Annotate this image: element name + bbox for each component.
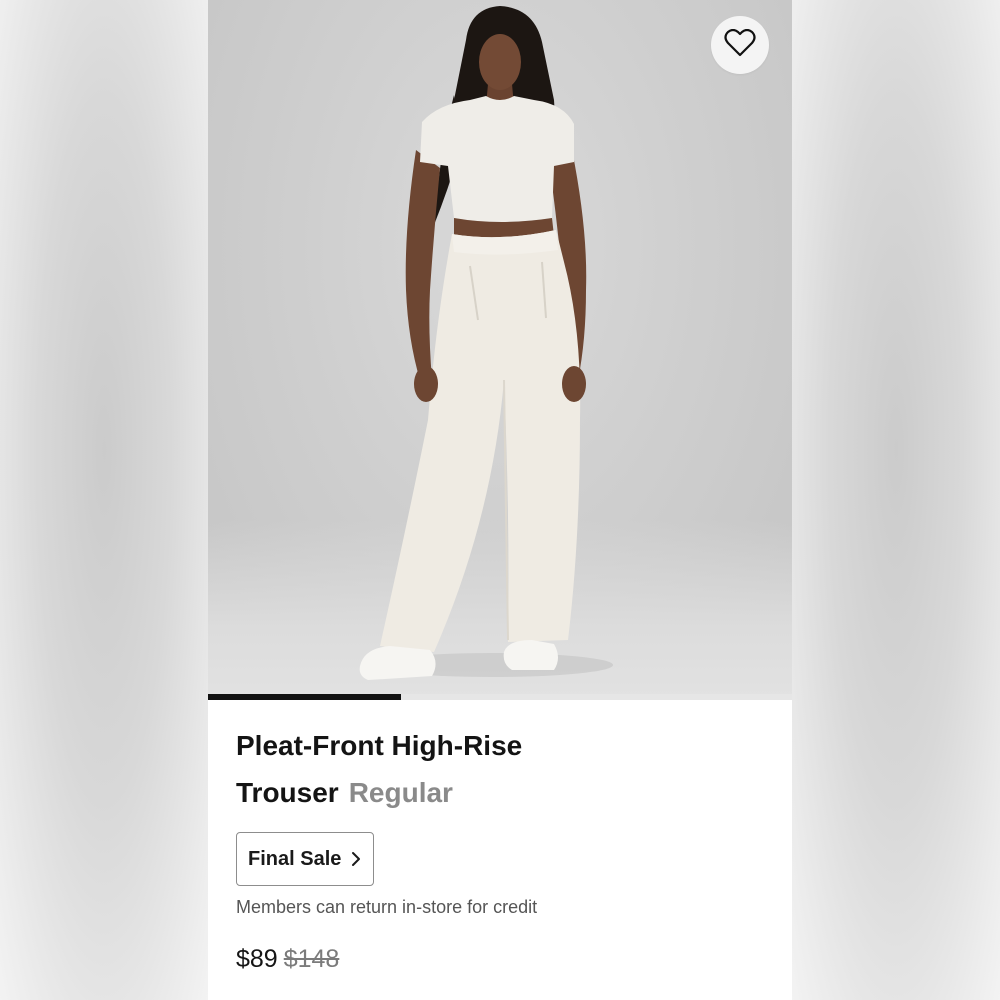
product-title: Pleat-Front High-Rise Trouser Regular — [236, 722, 766, 816]
product-image[interactable] — [208, 0, 792, 700]
original-price: $148 — [283, 945, 340, 973]
favorite-button[interactable] — [711, 16, 769, 74]
product-info: Pleat-Front High-Rise Trouser Regular Fin… — [236, 722, 766, 974]
product-title-line2: Trouser — [236, 777, 339, 808]
return-policy-note: Members can return in-store for credit — [236, 897, 538, 917]
chevron-right-icon — [351, 851, 361, 867]
model-figure — [359, 6, 613, 680]
final-sale-label: Final Sale — [248, 847, 342, 870]
product-title-line1: Pleat-Front High-Rise — [236, 730, 523, 761]
blurred-background-right — [792, 0, 1000, 1000]
image-carousel-progress-fill — [208, 694, 401, 700]
heart-outline-icon — [724, 28, 756, 62]
screenshot-page: Pleat-Front High-Rise Trouser Regular Fin… — [0, 0, 1000, 1000]
final-sale-button[interactable]: Final Sale — [236, 832, 375, 886]
blurred-background-left — [0, 0, 208, 1000]
current-price: $89 — [236, 945, 278, 973]
price-row: $89 $148 — [236, 944, 766, 974]
image-carousel-progress — [208, 694, 792, 700]
product-variant: Regular — [348, 777, 453, 808]
product-card: Pleat-Front High-Rise Trouser Regular Fin… — [208, 0, 792, 1000]
